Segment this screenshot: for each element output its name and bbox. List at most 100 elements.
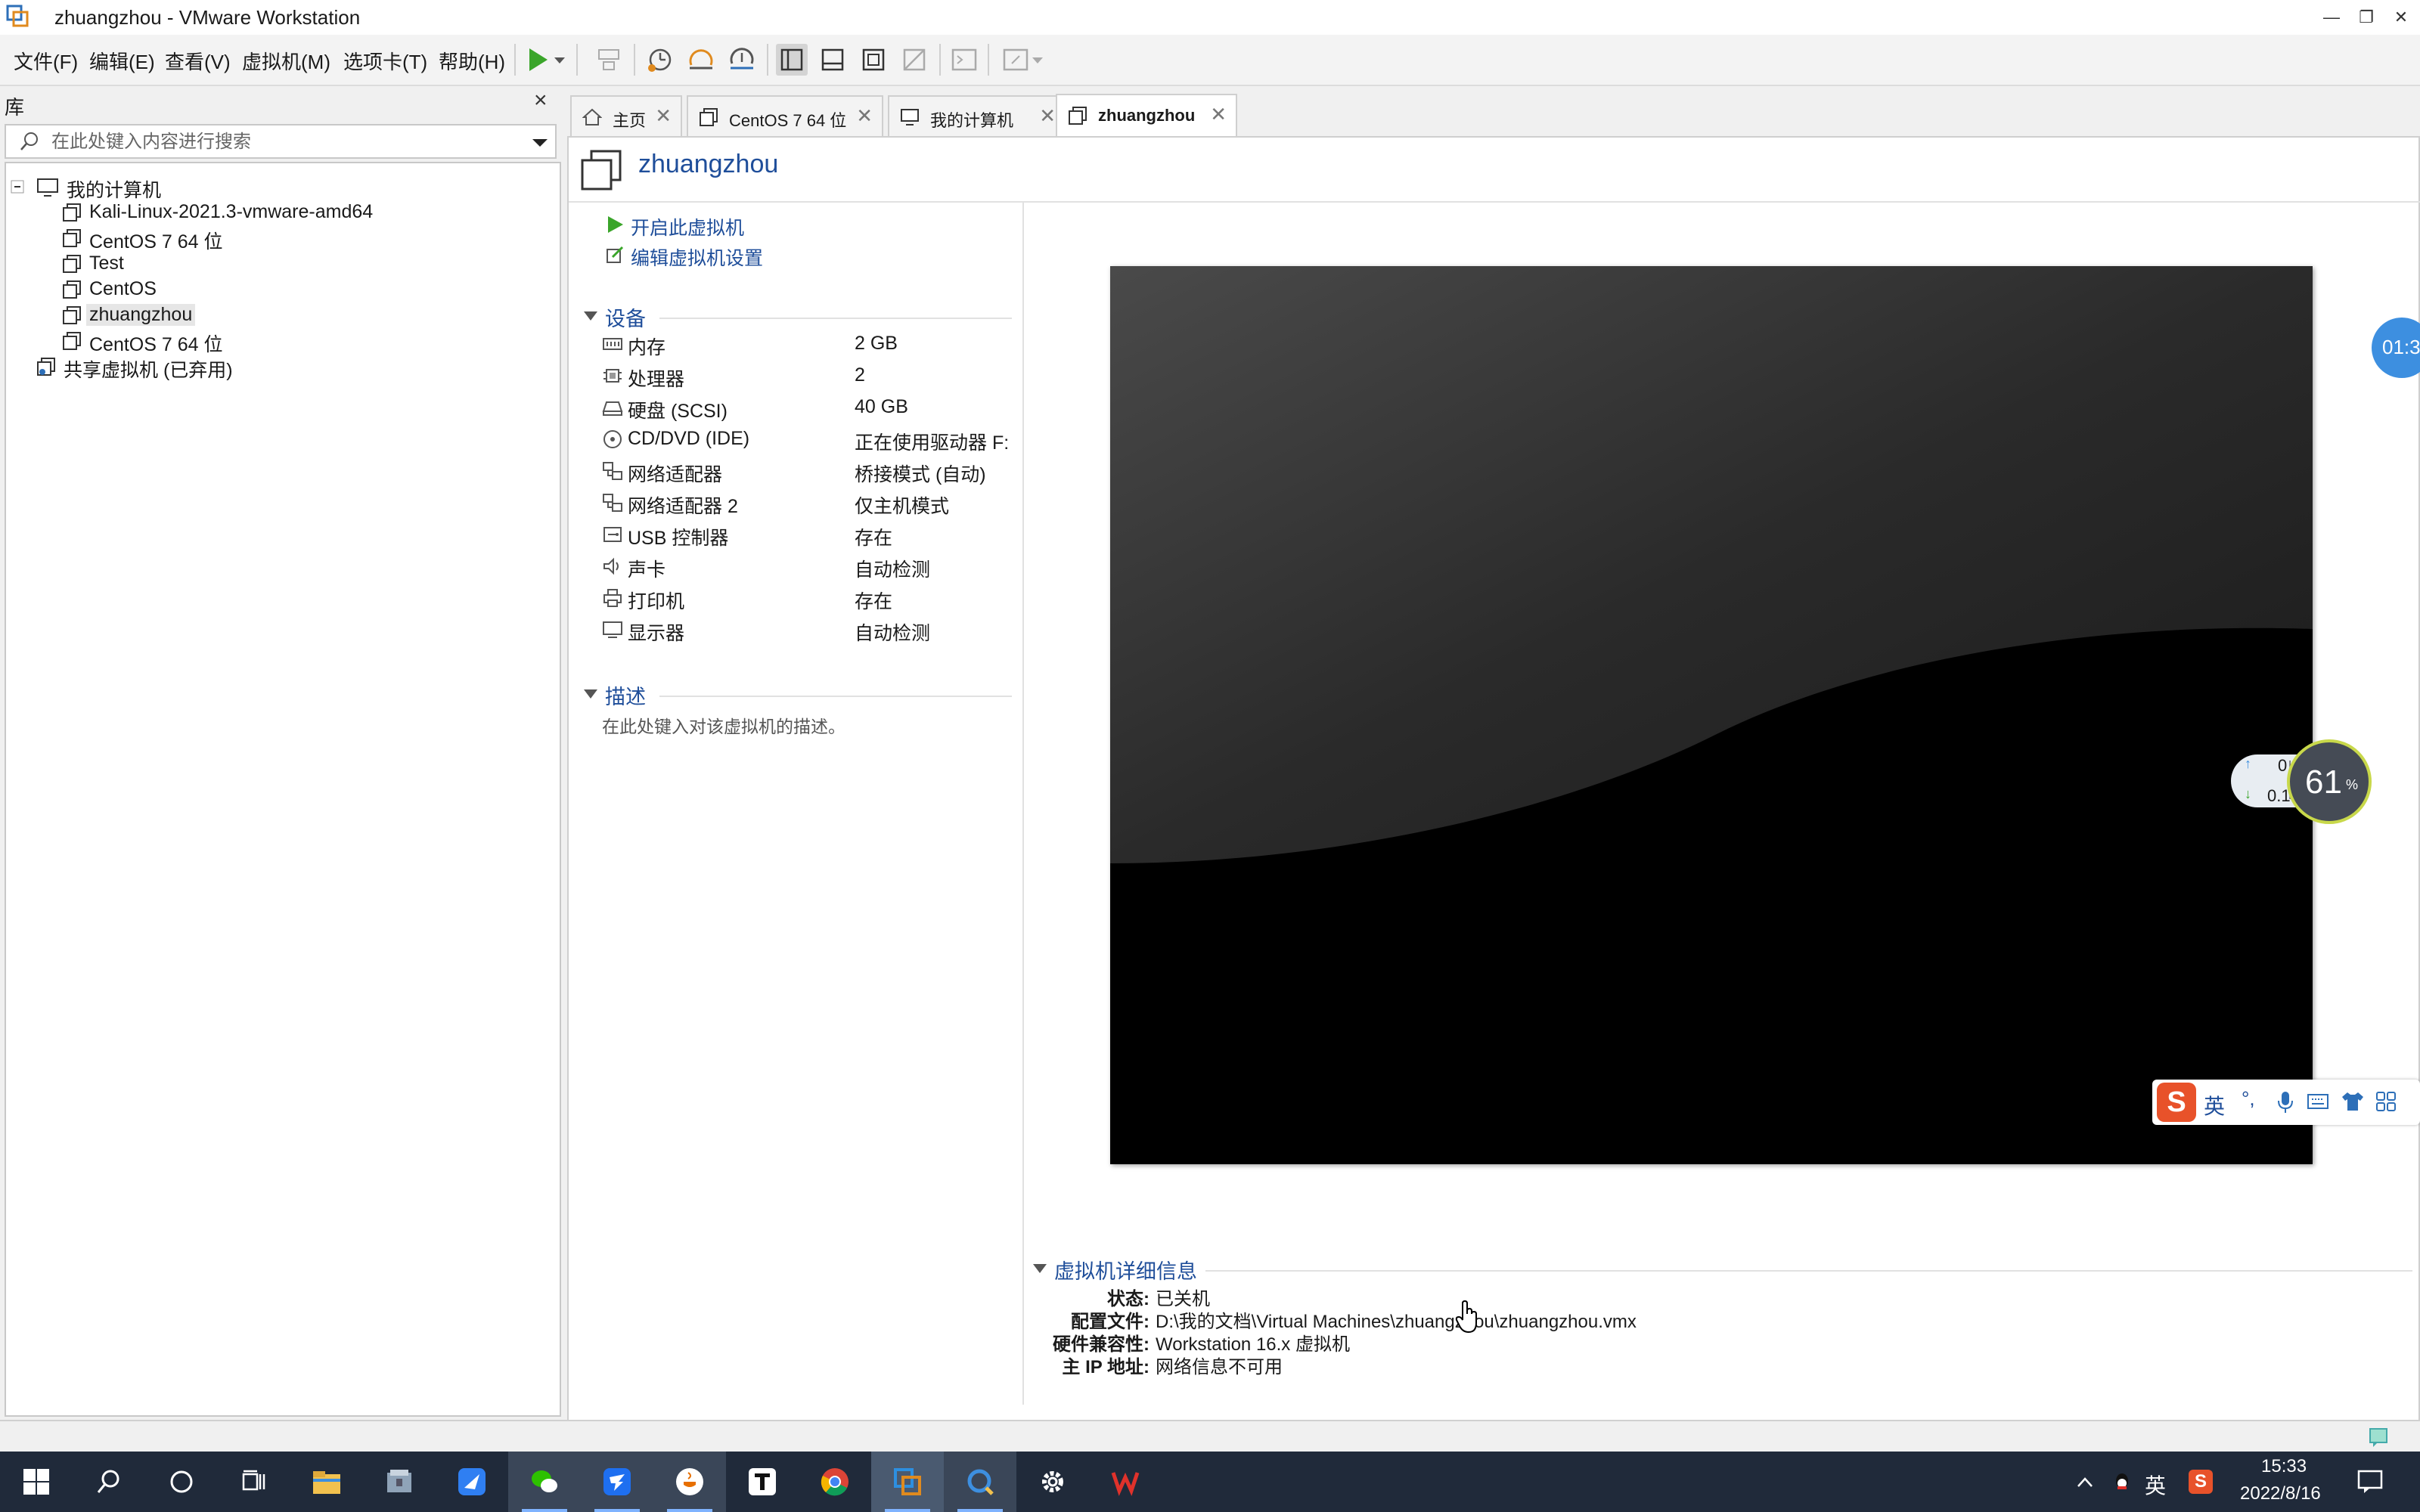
taskbar-app-archive[interactable] <box>363 1452 436 1512</box>
tab-zhuangzhou[interactable]: zhuangzhou ✕ <box>1056 94 1237 138</box>
revert-snapshot-icon[interactable] <box>685 44 717 76</box>
menu-file[interactable]: 文件(F) <box>14 47 78 75</box>
device-row-harddisk[interactable]: 硬盘 (SCSI) 40 GB <box>602 393 1025 423</box>
description-field[interactable]: 在此处键入对该虚拟机的描述。 <box>602 712 845 738</box>
collapse-icon[interactable] <box>11 180 24 194</box>
power-on-icon[interactable] <box>522 44 554 76</box>
restore-button[interactable]: ❐ <box>2349 0 2384 35</box>
stretch-guest-icon[interactable] <box>1000 44 1032 76</box>
vm-screen-preview[interactable] <box>1110 266 2313 1164</box>
tray-input-language[interactable]: 英 <box>2145 1470 2166 1500</box>
ime-toolbar[interactable]: S 英 °, <box>2152 1080 2420 1125</box>
taskbar-app-chrome[interactable] <box>799 1452 871 1512</box>
ime-punctuation[interactable]: °, <box>2242 1087 2255 1111</box>
notification-center-icon[interactable] <box>2356 1468 2384 1495</box>
ime-language[interactable]: 英 <box>2204 1090 2225 1120</box>
send-ctrl-alt-del-icon[interactable] <box>593 44 625 76</box>
tree-item-vm[interactable]: CentOS <box>62 277 546 302</box>
tab-my-computer[interactable]: 我的计算机 ✕ <box>888 95 1066 136</box>
chevron-down-icon[interactable] <box>531 135 549 150</box>
device-row-network-2[interactable]: 网络适配器 2 仅主机模式 <box>602 488 1025 519</box>
close-icon[interactable]: ✕ <box>1039 104 1056 128</box>
edit-settings-icon <box>607 246 624 263</box>
power-on-vm-link[interactable]: 开启此虚拟机 <box>605 212 794 239</box>
microphone-icon[interactable] <box>2276 1090 2294 1114</box>
device-row-memory[interactable]: 内存 2 GB <box>602 330 1025 360</box>
taskbar-app-vmware[interactable] <box>871 1452 944 1512</box>
close-icon[interactable]: ✕ <box>856 104 873 128</box>
unity-mode-icon[interactable] <box>898 44 930 76</box>
taskbar-app-java[interactable] <box>653 1452 726 1512</box>
toolbox-grid-icon[interactable] <box>2375 1090 2397 1113</box>
close-window-button[interactable]: ✕ <box>2384 0 2418 35</box>
tree-item-vm[interactable]: Kali-Linux-2021.3-vmware-amd64 <box>62 200 546 225</box>
network-icon <box>603 494 622 512</box>
chevron-down-icon[interactable] <box>552 44 567 76</box>
tab-centos[interactable]: CentOS 7 64 位 ✕ <box>687 95 883 136</box>
message-log-icon[interactable] <box>2367 1426 2390 1448</box>
menu-view[interactable]: 查看(V) <box>165 47 231 75</box>
tab-home[interactable]: 主页 ✕ <box>570 95 682 136</box>
keyboard-icon[interactable] <box>2307 1092 2329 1111</box>
taskbar-search-button[interactable] <box>73 1452 145 1512</box>
skin-shirt-icon[interactable] <box>2341 1090 2364 1113</box>
chevron-up-icon[interactable] <box>2075 1473 2095 1492</box>
menu-edit[interactable]: 编辑(E) <box>89 47 155 75</box>
menu-vm[interactable]: 虚拟机(M) <box>242 47 330 75</box>
menu-help[interactable]: 帮助(H) <box>439 47 505 75</box>
device-row-network-1[interactable]: 网络适配器 桥接模式 (自动) <box>602 457 1025 487</box>
menu-tabs[interactable]: 选项卡(T) <box>343 47 427 75</box>
tree-item-vm[interactable]: Test <box>62 251 546 277</box>
edit-vm-settings-link[interactable]: 编辑虚拟机设置 <box>605 242 794 269</box>
taskbar-app-qq-browser[interactable] <box>944 1452 1016 1512</box>
cortana-button[interactable] <box>145 1452 218 1512</box>
library-close-button[interactable]: × <box>534 88 548 113</box>
library-toggle-button[interactable] <box>776 44 808 76</box>
chevron-down-icon[interactable] <box>1030 44 1045 76</box>
library-header: 库 × <box>0 86 564 122</box>
taskbar-app-file-explorer[interactable] <box>290 1452 363 1512</box>
start-button[interactable] <box>0 1452 73 1512</box>
taskbar-app-dingtalk[interactable] <box>581 1452 653 1512</box>
qq-tray-icon[interactable] <box>2111 1471 2133 1492</box>
taskbar-app-wps[interactable] <box>1089 1452 1162 1512</box>
detail-key: 主 IP 地址: <box>1062 1357 1150 1377</box>
network-speed-widget[interactable]: ↑ 0 K/s ↓ 0.1 K/s 61 % <box>2231 739 2375 824</box>
sogou-tray-icon[interactable]: S <box>2189 1470 2213 1494</box>
tree-item-shared-vms[interactable]: 共享虚拟机 (已弃用) <box>36 354 535 381</box>
taskbar-app-wechat[interactable] <box>508 1452 581 1512</box>
task-view-button[interactable] <box>218 1452 290 1512</box>
taskbar-app-feishu[interactable] <box>436 1452 508 1512</box>
tree-item-my-computer[interactable]: 我的计算机 <box>11 174 540 201</box>
tree-item-vm-selected[interactable]: zhuangzhou <box>62 302 546 328</box>
taskbar-app-typora[interactable] <box>726 1452 799 1512</box>
running-indicator <box>594 1509 640 1512</box>
devices-section-toggle[interactable]: 设备 <box>584 302 735 330</box>
device-row-printer[interactable]: 打印机 存在 <box>602 584 1025 614</box>
taskbar-app-settings[interactable] <box>1016 1452 1089 1512</box>
taskbar-date[interactable]: 2022/8/16 <box>2240 1483 2321 1504</box>
console-view-icon[interactable] <box>948 44 980 76</box>
device-row-sound[interactable]: 声卡 自动检测 <box>602 552 1025 582</box>
close-icon[interactable]: ✕ <box>1210 103 1227 126</box>
full-screen-icon[interactable] <box>858 44 889 76</box>
taskbar-time[interactable]: 15:33 <box>2261 1456 2307 1477</box>
thumbnail-bar-icon[interactable] <box>817 44 849 76</box>
vm-details-section-toggle[interactable]: 虚拟机详细信息 <box>1033 1255 1260 1283</box>
device-row-processor[interactable]: 处理器 2 <box>602 361 1025 392</box>
window-title: zhuangzhou - VMware Workstation <box>54 6 361 29</box>
tree-item-vm[interactable]: CentOS 7 64 位 <box>62 328 546 355</box>
minimize-button[interactable]: — <box>2314 0 2349 35</box>
sogou-icon[interactable]: S <box>2157 1083 2196 1122</box>
device-row-display[interactable]: 显示器 自动检测 <box>602 615 1025 646</box>
device-row-cd-dvd[interactable]: CD/DVD (IDE) 正在使用驱动器 F: <box>602 425 1025 455</box>
snapshot-manager-icon[interactable] <box>726 44 758 76</box>
tree-item-vm[interactable]: CentOS 7 64 位 <box>62 225 546 253</box>
close-icon[interactable]: ✕ <box>655 104 672 128</box>
library-search-input[interactable] <box>50 129 522 156</box>
typora-icon <box>749 1468 776 1495</box>
printer-icon <box>603 589 622 607</box>
snapshot-icon[interactable] <box>644 44 676 76</box>
description-section-toggle[interactable]: 描述 <box>584 680 735 708</box>
device-row-usb[interactable]: USB 控制器 存在 <box>602 520 1025 550</box>
